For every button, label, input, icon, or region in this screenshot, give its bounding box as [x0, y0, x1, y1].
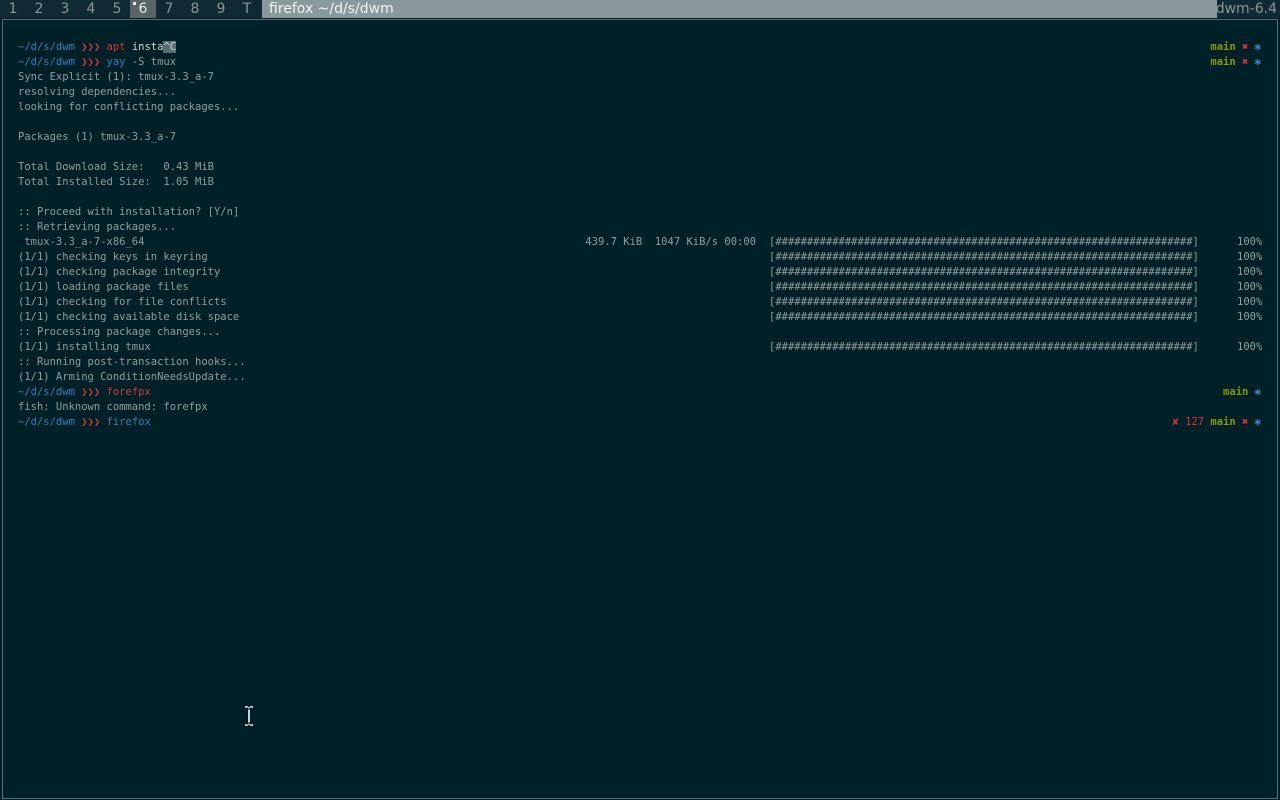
tag-8[interactable]: 8 — [182, 0, 208, 18]
command-text: forefpx — [106, 386, 151, 398]
dwm-bar: 1 2 3 4 5 6 7 8 9 T firefox ~/d/s/dwm dw… — [0, 0, 1280, 18]
output-line: (1/1) checking for file conflicts — [18, 296, 227, 308]
dirty-icon: ✖ — [1242, 416, 1249, 428]
output-line: tmux-3.3_a-7-x86_64 — [18, 236, 145, 248]
output-line: :: Processing package changes... — [18, 326, 221, 338]
dirty-icon: ✖ — [1242, 56, 1249, 68]
git-icon: ✱ — [1254, 416, 1261, 428]
prompt-arrows: ❯❯❯ — [81, 41, 101, 53]
output-line: Total Installed Size: 1.05 MiB — [18, 176, 214, 188]
terminal-line-forefpx: ~/d/s/dwm ❯❯❯ forefpx — [18, 385, 151, 400]
tag-6-active[interactable]: 6 — [130, 0, 156, 18]
progress-percent: 100% — [1237, 236, 1263, 248]
tag-2[interactable]: 2 — [26, 0, 52, 18]
prompt-path: ~/d/s/dwm — [18, 416, 75, 428]
progress-bar: [#######################################… — [769, 311, 1199, 323]
terminal-current-prompt[interactable]: ~/d/s/dwm ❯❯❯ firefox — [18, 415, 151, 430]
error-line: fish: Unknown command: forefpx — [18, 401, 208, 413]
progress-bar: [#######################################… — [769, 236, 1199, 248]
progress-bar: [#######################################… — [769, 266, 1199, 278]
output-line: resolving dependencies... — [18, 86, 177, 98]
command-input[interactable]: firefox — [107, 416, 151, 428]
output-line: Sync Explicit (1): tmux-3.3_a-7 — [18, 71, 214, 83]
tag-t[interactable]: T — [234, 0, 260, 18]
progress-percent: 100% — [1237, 266, 1263, 278]
terminal-window[interactable]: ~/d/s/dwm ❯❯❯ apt insta^C main ✖ ✱ ~/d/s… — [2, 19, 1278, 799]
progress-percent: 100% — [1237, 311, 1263, 323]
command-args: -S tmux — [125, 56, 177, 68]
exit-status-icon: ✘ — [1172, 416, 1179, 428]
output-line: (1/1) loading package files — [18, 281, 189, 293]
output-line: :: Proceed with installation? [Y/n] — [18, 206, 240, 218]
git-icon: ✱ — [1254, 386, 1261, 398]
occupied-indicator — [133, 2, 136, 5]
command-text: apt — [106, 41, 126, 53]
progress-bar: [#######################################… — [769, 296, 1199, 308]
tag-9[interactable]: 9 — [208, 0, 234, 18]
tag-7[interactable]: 7 — [156, 0, 182, 18]
git-icon: ✱ — [1254, 41, 1261, 53]
progress-bar: [#######################################… — [769, 251, 1199, 263]
exit-code: 127 — [1185, 416, 1205, 428]
tag-1[interactable]: 1 — [0, 0, 26, 18]
git-branch: main — [1210, 56, 1236, 68]
dirty-icon: ✖ — [1242, 41, 1249, 53]
progress-bar: [#######################################… — [769, 281, 1199, 293]
output-line: (1/1) checking keys in keyring — [18, 251, 208, 263]
tag-3[interactable]: 3 — [52, 0, 78, 18]
output-line: (1/1) Arming ConditionNeedsUpdate... — [18, 371, 246, 383]
progress-bar: [#######################################… — [769, 341, 1199, 353]
output-line: looking for conflicting packages... — [18, 101, 240, 113]
output-line: :: Running post-transaction hooks... — [18, 356, 246, 368]
output-line: Total Download Size: 0.43 MiB — [18, 161, 214, 173]
command-args: insta — [125, 41, 164, 53]
git-branch: main — [1210, 41, 1236, 53]
prompt-path: ~/d/s/dwm — [18, 56, 75, 68]
tag-4[interactable]: 4 — [78, 0, 104, 18]
output-line: (1/1) installing tmux — [18, 341, 151, 353]
tag-5[interactable]: 5 — [104, 0, 130, 18]
output-line: :: Retrieving packages... — [18, 221, 177, 233]
output-line: (1/1) checking package integrity — [18, 266, 221, 278]
progress-percent: 100% — [1237, 341, 1263, 353]
prompt-path: ~/d/s/dwm — [18, 386, 75, 398]
download-stats: 439.7 KiB 1047 KiB/s 00:00 — [585, 236, 756, 248]
git-icon: ✱ — [1254, 56, 1261, 68]
command-text: yay — [106, 56, 126, 68]
prompt-arrows: ❯❯❯ — [81, 386, 101, 398]
git-branch: main — [1223, 386, 1249, 398]
prompt-arrows: ❯❯❯ — [81, 56, 101, 68]
git-status-1: main ✖ ✱ — [1210, 40, 1261, 55]
git-branch: main — [1210, 416, 1236, 428]
git-status-3: main ✱ — [1223, 385, 1261, 400]
progress-percent: 100% — [1237, 251, 1263, 263]
terminal-line-2: ~/d/s/dwm ❯❯❯ yay -S tmux — [18, 55, 176, 70]
tag-6-label: 6 — [138, 1, 148, 17]
output-line: Packages (1) tmux-3.3_a-7 — [18, 131, 177, 143]
git-status-2: main ✖ ✱ — [1210, 55, 1261, 70]
git-status-4: ✘ 127 main ✖ ✱ — [1172, 415, 1261, 430]
terminal-line-1: ~/d/s/dwm ❯❯❯ apt insta^C — [18, 40, 177, 55]
output-line: (1/1) checking available disk space — [18, 311, 240, 323]
prompt-arrows: ❯❯❯ — [81, 416, 101, 428]
window-title[interactable]: firefox ~/d/s/dwm — [262, 0, 1217, 18]
progress-percent: 100% — [1237, 296, 1263, 308]
status-text: dwm-6.4 — [1215, 1, 1277, 17]
progress-percent: 100% — [1237, 281, 1263, 293]
prompt-path: ~/d/s/dwm — [18, 41, 75, 53]
text-cursor-icon — [245, 706, 253, 726]
interrupt-marker: ^C — [163, 41, 177, 53]
